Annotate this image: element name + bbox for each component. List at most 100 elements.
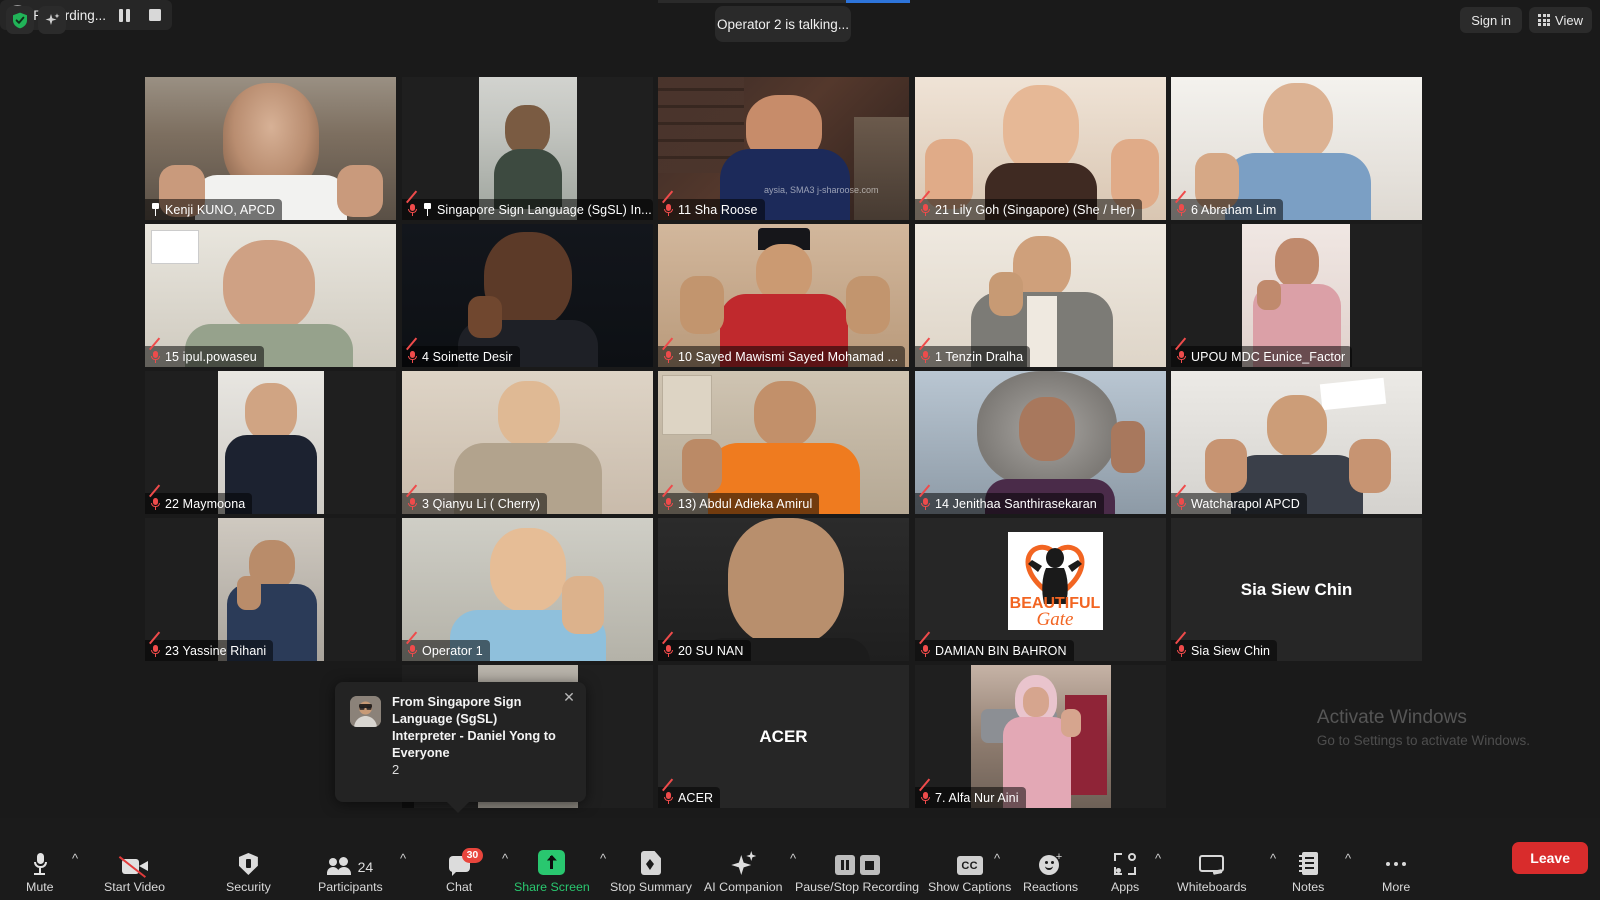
name-badge: 14 Jenithaa Santhirasekaran: [915, 484, 1104, 514]
whiteboards-label: Whiteboards: [1177, 880, 1247, 894]
pause-stop-recording-icon: [834, 845, 880, 875]
pause-recording-button[interactable]: [112, 2, 137, 28]
participant-tile[interactable]: UPOU MDC Eunice_Factor: [1171, 224, 1422, 367]
chat-options-caret[interactable]: [502, 851, 508, 866]
mic-muted-icon: [662, 484, 674, 510]
pause-icon: [834, 855, 855, 875]
stop-summary-label: Stop Summary: [610, 880, 692, 894]
pause-stop-recording-label: Pause/Stop Recording: [795, 880, 919, 894]
share-screen-button[interactable]: Share Screen: [514, 845, 590, 894]
audio-options-caret[interactable]: [72, 851, 78, 866]
avatar: [350, 696, 381, 727]
participant-tile[interactable]: 13) Abdul Adieka Amirul: [658, 371, 909, 514]
participant-tile[interactable]: Kenji KUNO, APCD: [145, 77, 396, 220]
activate-windows-watermark: Activate Windows Go to Settings to activ…: [1317, 707, 1530, 748]
start-video-button[interactable]: Start Video: [104, 845, 165, 894]
participant-name: 10 Sayed Mawismi Sayed Mohamad ...: [678, 349, 899, 364]
participant-tile[interactable]: Watcharapol APCD: [1171, 371, 1422, 514]
reactions-icon: +: [1039, 845, 1062, 875]
participant-name: 3 Qianyu Li ( Cherry): [422, 496, 541, 511]
whiteboards-options-caret[interactable]: [1270, 851, 1276, 866]
captions-options-caret[interactable]: [994, 851, 1000, 866]
participant-name: 14 Jenithaa Santhirasekaran: [935, 496, 1097, 511]
participants-label: Participants: [318, 880, 383, 894]
security-button[interactable]: Security: [226, 845, 271, 894]
participant-tile[interactable]: aysia, SMA3 j-sharoose.com 11 Sha Roose: [658, 77, 909, 220]
participant-tile[interactable]: 21 Lily Goh (Singapore) (She / Her): [915, 77, 1166, 220]
pause-stop-recording-button[interactable]: Pause/Stop Recording: [795, 845, 919, 894]
name-badge: 13) Abdul Adieka Amirul: [658, 484, 820, 514]
name-badge: Sia Siew Chin: [1171, 631, 1278, 661]
grid-view-icon: [1538, 14, 1551, 26]
participant-tile[interactable]: 22 Maymoona: [145, 371, 396, 514]
stop-summary-button[interactable]: Stop Summary: [610, 845, 692, 894]
close-icon[interactable]: ✕: [560, 688, 578, 706]
participant-tile[interactable]: 14 Jenithaa Santhirasekaran: [915, 371, 1166, 514]
ai-sparkle-icon[interactable]: [38, 6, 66, 34]
mic-muted-icon: [662, 631, 674, 657]
hand: [682, 439, 722, 493]
apps-options-caret[interactable]: [1155, 851, 1161, 866]
participant-tile[interactable]: Singapore Sign Language (SgSL) In...: [402, 77, 653, 220]
participant-tile[interactable]: 10 Sayed Mawismi Sayed Mohamad ...: [658, 224, 909, 367]
apps-button[interactable]: Apps: [1111, 845, 1139, 894]
name-badge: 3 Qianyu Li ( Cherry): [402, 484, 548, 514]
participant-tile[interactable]: BEAUTIFUL Gate DAMIAN BIN BAHRON: [915, 518, 1166, 661]
share-options-caret[interactable]: [600, 851, 606, 866]
chat-notification-toast[interactable]: From Singapore Sign Language (SgSL) Inte…: [335, 682, 586, 802]
participant-tile[interactable]: ACER ACER: [658, 665, 909, 808]
notes-options-caret[interactable]: [1345, 851, 1351, 866]
wall-poster: [151, 230, 199, 264]
participant-tile[interactable]: 1 Tenzin Dralha: [915, 224, 1166, 367]
reactions-button[interactable]: + Reactions: [1023, 845, 1078, 895]
participant-tile[interactable]: 3 Qianyu Li ( Cherry): [402, 371, 653, 514]
whiteboard-icon: [1199, 845, 1225, 875]
participant-tile[interactable]: Operator 1: [402, 518, 653, 661]
participant-tile[interactable]: 20 SU NAN: [658, 518, 909, 661]
mute-label: Mute: [26, 880, 54, 894]
start-video-label: Start Video: [104, 880, 166, 894]
participant-placeholder-name: Sia Siew Chin: [1240, 579, 1353, 599]
mic-muted-icon: [1175, 484, 1187, 510]
participant-name: UPOU MDC Eunice_Factor: [1191, 349, 1346, 364]
participant-name: Singapore Sign Language (SgSL) In...: [437, 202, 652, 217]
mic-muted-icon: [919, 631, 931, 657]
name-badge: Watcharapol APCD: [1171, 484, 1307, 514]
participant-tile[interactable]: 6 Abraham Lim: [1171, 77, 1422, 220]
participants-count: 24: [357, 859, 374, 875]
participant-name: 1 Tenzin Dralha: [935, 349, 1024, 364]
participant-name: 15 ipul.powaseu: [165, 349, 257, 364]
stop-icon: [149, 9, 162, 21]
whiteboards-button[interactable]: Whiteboards: [1177, 845, 1247, 894]
participant-tile[interactable]: 7. Alfa Nur Aini: [915, 665, 1166, 808]
name-badge: 23 Yassine Rihani: [145, 631, 274, 661]
avatar-photo: [350, 696, 381, 727]
mic-muted-icon: [662, 778, 674, 804]
sign-in-button[interactable]: Sign in: [1460, 7, 1522, 33]
participant-tile[interactable]: 15 ipul.powaseu: [145, 224, 396, 367]
participant-tile[interactable]: 4 Soinette Desir: [402, 224, 653, 367]
participant-name: Sia Siew Chin: [1191, 643, 1271, 658]
person-face: [1023, 687, 1049, 717]
more-button[interactable]: More: [1382, 845, 1410, 894]
thumb-left: [1205, 439, 1247, 493]
leave-button[interactable]: Leave: [1512, 842, 1588, 874]
participant-name: 22 Maymoona: [165, 496, 246, 511]
participants-options-caret[interactable]: [400, 851, 406, 866]
view-button[interactable]: View: [1529, 7, 1592, 33]
shield-check-icon[interactable]: [6, 6, 34, 34]
meeting-toolbar: Mute Start Video Security 24 Participant…: [0, 818, 1600, 900]
participant-name: Watcharapol APCD: [1191, 496, 1300, 511]
participant-tile[interactable]: Sia Siew Chin Sia Siew Chin: [1171, 518, 1422, 661]
stop-recording-button[interactable]: [143, 2, 168, 28]
person-face: [1263, 83, 1333, 161]
chat-button[interactable]: 30 Chat: [446, 845, 484, 894]
participants-button[interactable]: 24 Participants: [318, 845, 383, 894]
mute-button[interactable]: Mute: [26, 845, 54, 894]
participant-tile[interactable]: 23 Yassine Rihani: [145, 518, 396, 661]
hand: [468, 296, 502, 338]
ai-companion-button[interactable]: AI Companion: [704, 845, 783, 894]
notes-button[interactable]: Notes: [1292, 845, 1324, 894]
mic-muted-icon: [1175, 631, 1187, 657]
participant-name: 20 SU NAN: [678, 643, 744, 658]
